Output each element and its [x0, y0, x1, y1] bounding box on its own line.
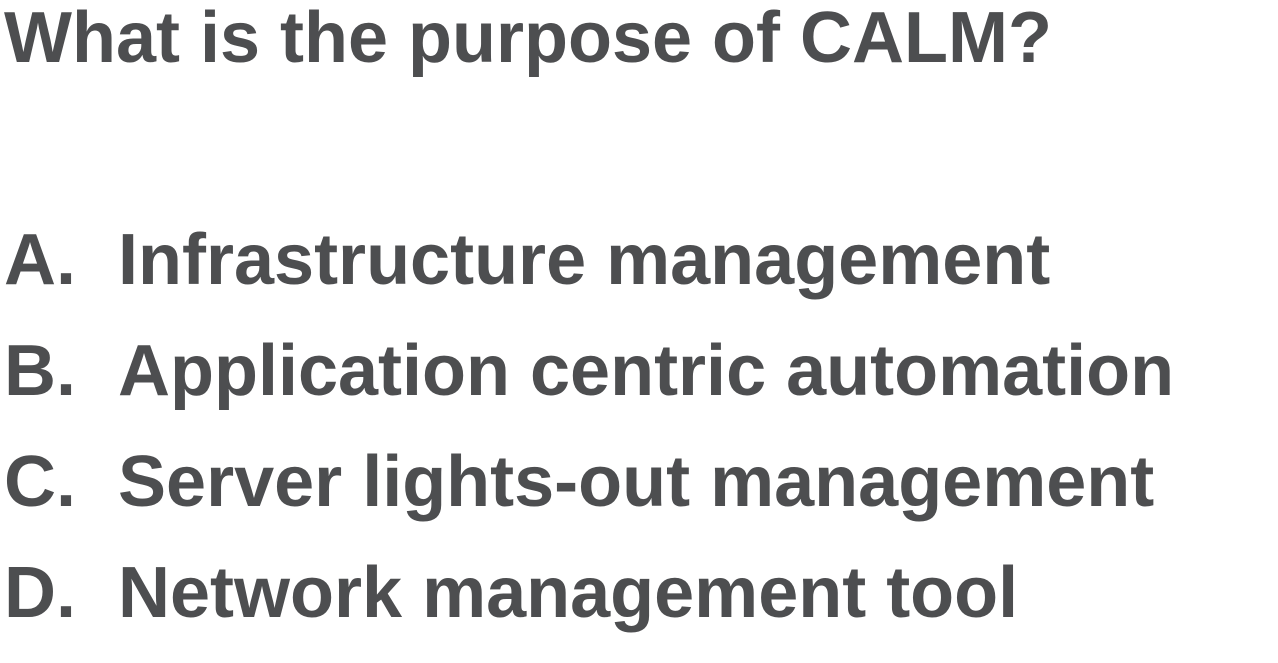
option-c[interactable]: C. Server lights-out management [4, 441, 1174, 552]
answer-options-list: A. Infrastructure management B. Applicat… [4, 219, 1174, 663]
question-title: What is the purpose of CALM? [4, 0, 1052, 78]
option-d-text: Network management tool [118, 553, 1019, 633]
option-c-text: Server lights-out management [118, 442, 1155, 522]
option-a-text: Infrastructure management [118, 220, 1051, 300]
option-a-letter: A. [4, 220, 76, 300]
option-d[interactable]: D. Network management tool [4, 552, 1174, 663]
option-b-text: Application centric automation [118, 331, 1175, 411]
option-a[interactable]: A. Infrastructure management [4, 219, 1174, 330]
option-c-letter: C. [4, 442, 76, 522]
option-b-letter: B. [4, 331, 76, 411]
option-d-letter: D. [4, 553, 76, 633]
option-b[interactable]: B. Application centric automation [4, 330, 1174, 441]
